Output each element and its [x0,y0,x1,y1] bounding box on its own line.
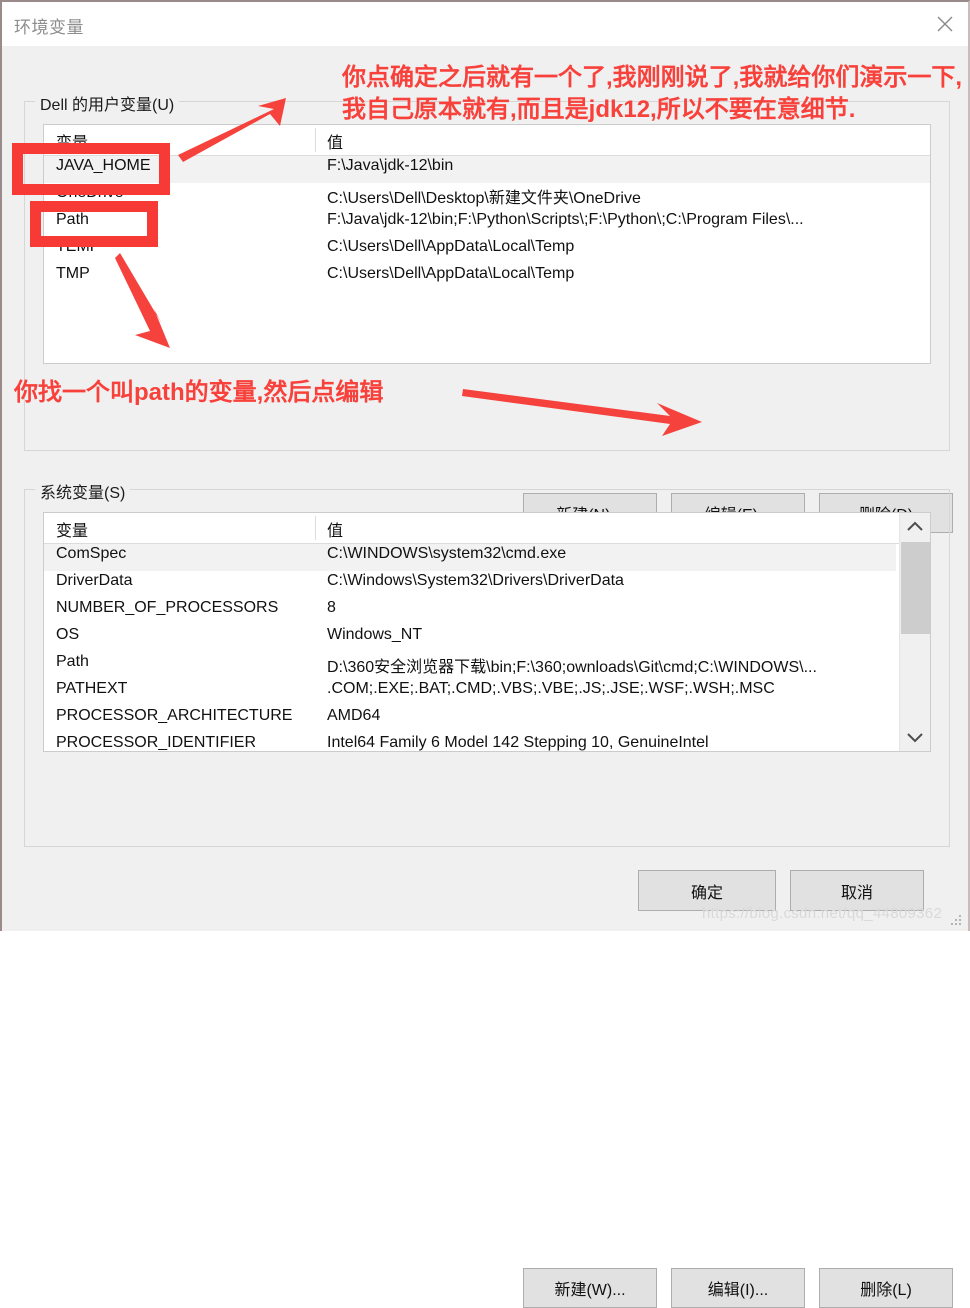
variable-name-cell: NUMBER_OF_PROCESSORS [56,599,279,616]
watermark-text: https://blog.csdn.net/qq_44809362 [702,905,943,922]
user-list-rows: JAVA_HOME F:\Java\jdk-12\bin OneDrive C:\Us… [44,156,930,291]
table-row[interactable]: PROCESSOR_IDENTIFIER Intel64 Family 6 Mod… [44,733,896,751]
system-list-rows: ComSpec C:\WINDOWS\system32\cmd.exe Driver… [44,544,896,751]
close-icon [934,13,956,35]
system-variables-legend: 系统变量(S) [35,479,131,503]
table-row[interactable]: Path D:\360安全浏览器下载\bin;F:\360;ownloads\Gi… [44,652,896,679]
variable-value-cell: F:\Java\jdk-12\bin;F:\Python\Scripts\;F:… [327,211,804,228]
table-row[interactable]: PATHEXT .COM;.EXE;.BAT;.CMD;.VBS;.VBE;.JS… [44,679,896,706]
resize-grip[interactable] [951,915,963,927]
system-column-header-name[interactable]: 变量 [56,517,88,541]
variable-name-cell: OS [56,626,80,643]
system-variables-group: 系统变量(S) 变量 值 ComSpec C:\WINDOWS\system32\… [24,479,953,1308]
variable-value-cell: Windows_NT [327,626,423,643]
annotation-top-note: 你点确定之后就有一个了,我刚刚说了,我就给你们演示一下,我自己原本就有,而且是j… [342,64,963,123]
variable-value-cell: C:\Windows\System32\Drivers\DriverData [327,572,624,589]
variable-name-cell: PROCESSOR_IDENTIFIER [56,734,257,751]
chevron-up-icon[interactable] [900,513,930,541]
table-row[interactable]: DriverData C:\Windows\System32\Drivers\Dr… [44,571,896,598]
variable-value-cell: .COM;.EXE;.BAT;.CMD;.VBS;.VBE;.JS;.JSE;.… [327,680,775,697]
table-row[interactable]: NUMBER_OF_PROCESSORS 8 [44,598,896,625]
system-column-header-value[interactable]: 值 [327,517,343,541]
system-variables-list[interactable]: 变量 值 ComSpec C:\WINDOWS\system32\cmd.exe D… [43,512,931,752]
table-row[interactable]: Path F:\Java\jdk-12\bin;F:\Python\Scripts… [44,210,930,237]
system-delete-button[interactable]: 删除(L) [819,1268,953,1308]
user-column-header-value[interactable]: 值 [327,129,343,153]
variable-value-cell: Intel64 Family 6 Model 142 Stepping 10, … [327,734,709,751]
chevron-down-icon[interactable] [900,723,930,751]
title-bar: 环境变量 [2,2,968,46]
variable-name-cell: PATHEXT [56,680,128,697]
variable-name-cell: PROCESSOR_ARCHITECTURE [56,707,293,724]
system-edit-button[interactable]: 编辑(I)... [671,1268,805,1308]
table-row[interactable]: ComSpec C:\WINDOWS\system32\cmd.exe [44,544,896,571]
annotation-bottom-note: 你找一个叫path的变量,然后点编辑 [14,379,384,406]
table-row[interactable]: PROCESSOR_ARCHITECTURE AMD64 [44,706,896,733]
variable-name-cell: DriverData [56,572,133,589]
system-list-header: 变量 值 [44,513,930,544]
window-title: 环境变量 [14,18,84,37]
variable-name-cell: Path [56,653,89,670]
column-divider [315,128,316,152]
environment-variables-dialog: 环境变量 Dell 的用户变量(U) 变量 值 JAVA_HOME F:\Java… [0,0,970,1308]
highlight-box-java-home [12,143,170,195]
variable-value-cell: C:\Users\Dell\Desktop\新建文件夹\OneDrive [327,190,641,207]
table-row[interactable]: OS Windows_NT [44,625,896,652]
table-row[interactable]: JAVA_HOME F:\Java\jdk-12\bin [44,156,930,183]
user-variables-legend: Dell 的用户变量(U) [35,91,180,115]
variable-name-cell: TMP [56,265,90,282]
variable-name-cell: ComSpec [56,545,127,562]
variable-value-cell: C:\Users\Dell\AppData\Local\Temp [327,265,575,282]
close-button[interactable] [922,2,968,46]
user-list-header: 变量 值 [44,125,930,156]
variable-value-cell: 8 [327,599,336,616]
variable-value-cell: C:\Users\Dell\AppData\Local\Temp [327,238,575,255]
system-new-button[interactable]: 新建(W)... [523,1268,657,1308]
scrollbar-thumb[interactable] [901,542,930,634]
table-row[interactable]: TEMP C:\Users\Dell\AppData\Local\Temp [44,237,930,264]
variable-value-cell: AMD64 [327,707,381,724]
table-row[interactable]: TMP C:\Users\Dell\AppData\Local\Temp [44,264,930,291]
table-row[interactable]: OneDrive C:\Users\Dell\Desktop\新建文件夹\OneD… [44,183,930,210]
variable-value-cell: D:\360安全浏览器下载\bin;F:\360;ownloads\Git\cm… [327,659,817,676]
highlight-box-path [30,201,158,247]
variable-value-cell: C:\WINDOWS\system32\cmd.exe [327,545,567,562]
user-variables-list[interactable]: 变量 值 JAVA_HOME F:\Java\jdk-12\bin OneDrive… [43,124,931,364]
variable-value-cell: F:\Java\jdk-12\bin [327,157,454,174]
system-list-scrollbar[interactable] [899,513,930,751]
column-divider [315,516,316,540]
